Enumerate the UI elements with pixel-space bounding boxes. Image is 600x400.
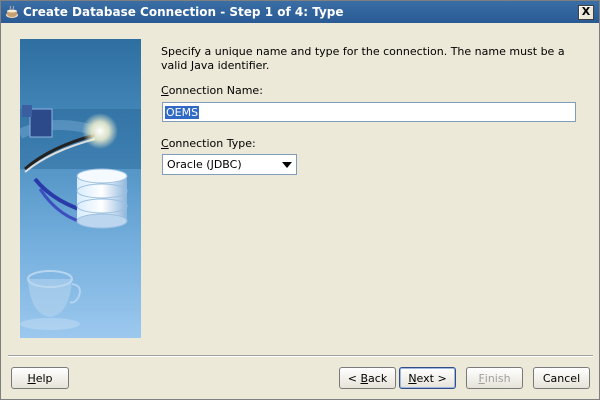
next-mnemonic: N (408, 371, 417, 385)
connection-name-input[interactable]: OEMS (162, 102, 576, 122)
next-label: ext > (416, 371, 447, 385)
finish-label: inish (484, 371, 511, 385)
help-button[interactable]: Help (11, 367, 69, 389)
database-wizard-illustration (20, 105, 141, 330)
finish-button[interactable]: Finish (466, 367, 523, 389)
back-button[interactable]: < Back (339, 367, 396, 389)
cancel-button[interactable]: Cancel (533, 367, 590, 389)
connection-type-select[interactable]: Oracle (JDBC) (162, 154, 297, 175)
connection-type-value: Oracle (JDBC) (167, 158, 242, 171)
dialog-window: Create Database Connection - Step 1 of 4… (0, 0, 600, 400)
back-label: ack (368, 371, 388, 385)
back-prefix: < (347, 371, 361, 385)
button-separator (8, 355, 593, 357)
coffee-cup-icon (6, 5, 18, 18)
wizard-illustration (20, 39, 141, 338)
connection-type-label-text: onnection Type: (168, 137, 256, 150)
back-mnemonic: B (360, 371, 369, 385)
step-description: Specify a unique name and type for the c… (161, 45, 565, 72)
connection-name-mnemonic: C (161, 84, 169, 97)
help-mnemonic: H (27, 371, 36, 385)
connection-type-mnemonic: C (161, 137, 169, 150)
title-bar[interactable]: Create Database Connection - Step 1 of 4… (1, 1, 599, 23)
next-button[interactable]: Next > (399, 367, 456, 389)
connection-name-value[interactable]: OEMS (165, 105, 200, 119)
window-title: Create Database Connection - Step 1 of 4… (23, 5, 344, 19)
close-button[interactable]: X (578, 5, 594, 20)
connection-name-label-text: onnection Name: (168, 84, 263, 97)
connection-name-label: Connection Name: (161, 84, 263, 97)
chevron-down-icon[interactable] (282, 162, 292, 168)
help-label: elp (35, 371, 53, 385)
connection-type-label: Connection Type: (161, 137, 256, 150)
